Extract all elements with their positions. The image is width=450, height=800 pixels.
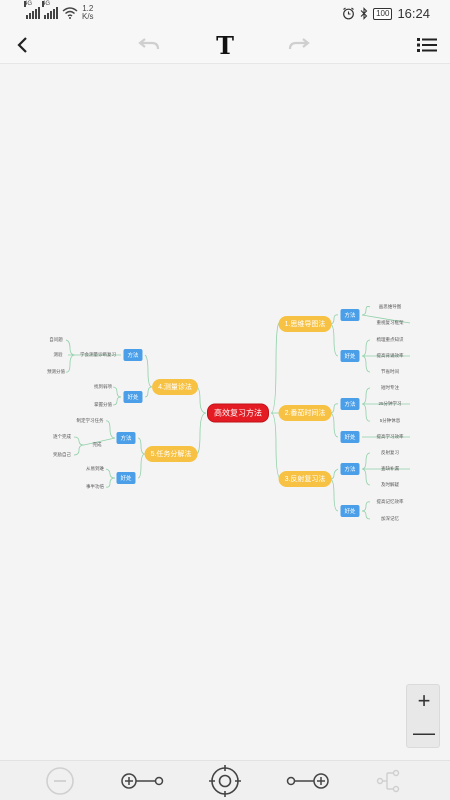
- leaf-node[interactable]: 节省时间: [381, 369, 399, 375]
- leaf-node[interactable]: 提高学习效率: [377, 434, 404, 440]
- leaf-node[interactable]: 提高背诵效率: [377, 353, 404, 359]
- structure-button[interactable]: [370, 765, 406, 797]
- leaf-node[interactable]: 查缺补漏: [381, 466, 399, 472]
- undo-button[interactable]: [134, 26, 162, 64]
- sub-node[interactable]: 方法: [340, 309, 360, 321]
- mindmap-root-node[interactable]: 高效复习方法: [207, 403, 269, 423]
- list-menu-icon: [417, 38, 437, 52]
- back-button[interactable]: [10, 26, 34, 64]
- leaf-node[interactable]: 掌握分值: [94, 402, 112, 408]
- sub-node[interactable]: 好处: [340, 505, 360, 517]
- menu-button[interactable]: [414, 26, 440, 64]
- leaf-node[interactable]: 事半功倍: [86, 484, 104, 490]
- leaf-node[interactable]: 制定学习任务: [77, 418, 104, 424]
- branch-node[interactable]: 5.任务分解法: [144, 446, 198, 462]
- chevron-left-icon: [17, 37, 27, 53]
- leaf-node[interactable]: 逐个完成: [53, 434, 71, 440]
- leaf-node[interactable]: 提高记忆效率: [377, 499, 404, 505]
- cellular-signal-icon: 4G: [24, 1, 40, 19]
- leaf-node[interactable]: 测验: [54, 352, 63, 358]
- sub-node[interactable]: 方法: [116, 432, 136, 444]
- add-sibling-icon: [121, 773, 164, 789]
- remove-node-button[interactable]: [40, 765, 80, 797]
- redo-icon: [288, 38, 310, 50]
- branch-node[interactable]: 4.测量诊法: [152, 379, 198, 395]
- zoom-control: + —: [406, 684, 440, 748]
- bluetooth-icon: [360, 7, 368, 20]
- leaf-node[interactable]: 画思维导图: [379, 304, 402, 310]
- leaf-node[interactable]: 加深记忆: [381, 516, 399, 522]
- add-child-icon: [286, 773, 329, 789]
- branch-node[interactable]: 3.反射复习法: [278, 471, 332, 487]
- status-bar: 4G 4G 1.2 K/s 100 16:24: [0, 0, 450, 26]
- leaf-node[interactable]: 自问题: [49, 337, 63, 343]
- bottom-toolbar: [0, 760, 450, 800]
- remove-node-icon: [46, 767, 74, 795]
- leaf-node[interactable]: 学会测量诊断复习: [80, 352, 116, 358]
- leaf-node[interactable]: 重视复习框架: [377, 320, 404, 326]
- branch-node[interactable]: 2.番茄时间法: [278, 405, 332, 421]
- redo-button[interactable]: [286, 26, 314, 64]
- leaf-node[interactable]: 预测分值: [47, 369, 65, 375]
- leaf-node[interactable]: 找到弱项: [94, 384, 112, 390]
- clock: 16:24: [397, 6, 430, 21]
- sub-node[interactable]: 方法: [123, 349, 143, 361]
- structure-icon: [376, 769, 400, 793]
- sub-node[interactable]: 方法: [340, 398, 360, 410]
- editor-toolbar: T: [0, 26, 450, 64]
- leaf-node[interactable]: 完成: [93, 442, 102, 448]
- locate-center-button[interactable]: [204, 765, 246, 797]
- locate-center-icon: [209, 765, 241, 797]
- alarm-icon: [343, 7, 354, 20]
- zoom-out-button[interactable]: —: [407, 717, 441, 749]
- add-sibling-button[interactable]: [114, 765, 170, 797]
- sub-node[interactable]: 好处: [123, 391, 143, 403]
- battery-indicator: 100: [373, 7, 393, 20]
- wifi-icon: [62, 7, 78, 19]
- leaf-node[interactable]: 5分钟休息: [380, 418, 401, 424]
- zoom-in-button[interactable]: +: [407, 685, 441, 717]
- leaf-node[interactable]: 反射复习: [381, 450, 399, 456]
- add-child-button[interactable]: [280, 765, 336, 797]
- network-speed: 1.2 K/s: [82, 4, 94, 21]
- cellular-signal-icon: 4G: [42, 1, 58, 19]
- leaf-node[interactable]: 从易到难: [86, 466, 104, 472]
- leaf-node[interactable]: 短时专注: [381, 385, 399, 391]
- sub-node[interactable]: 好处: [340, 431, 360, 443]
- leaf-node[interactable]: 及时解疑: [381, 482, 399, 488]
- sub-node[interactable]: 方法: [340, 463, 360, 475]
- leaf-node[interactable]: 25分钟学习: [378, 401, 401, 407]
- mindmap-canvas[interactable]: 高效复习方法 1.思维导图法 方法 画思维导图 重视复习框架 好处 梳理重点知识…: [0, 64, 450, 760]
- text-style-button[interactable]: T: [210, 26, 240, 64]
- sub-node[interactable]: 好处: [340, 350, 360, 362]
- branch-node[interactable]: 1.思维导图法: [278, 316, 332, 332]
- undo-icon: [138, 38, 160, 50]
- leaf-node[interactable]: 梳理重点知识: [377, 337, 404, 343]
- sub-node[interactable]: 好处: [116, 472, 136, 484]
- leaf-node[interactable]: 奖励自己: [53, 452, 71, 458]
